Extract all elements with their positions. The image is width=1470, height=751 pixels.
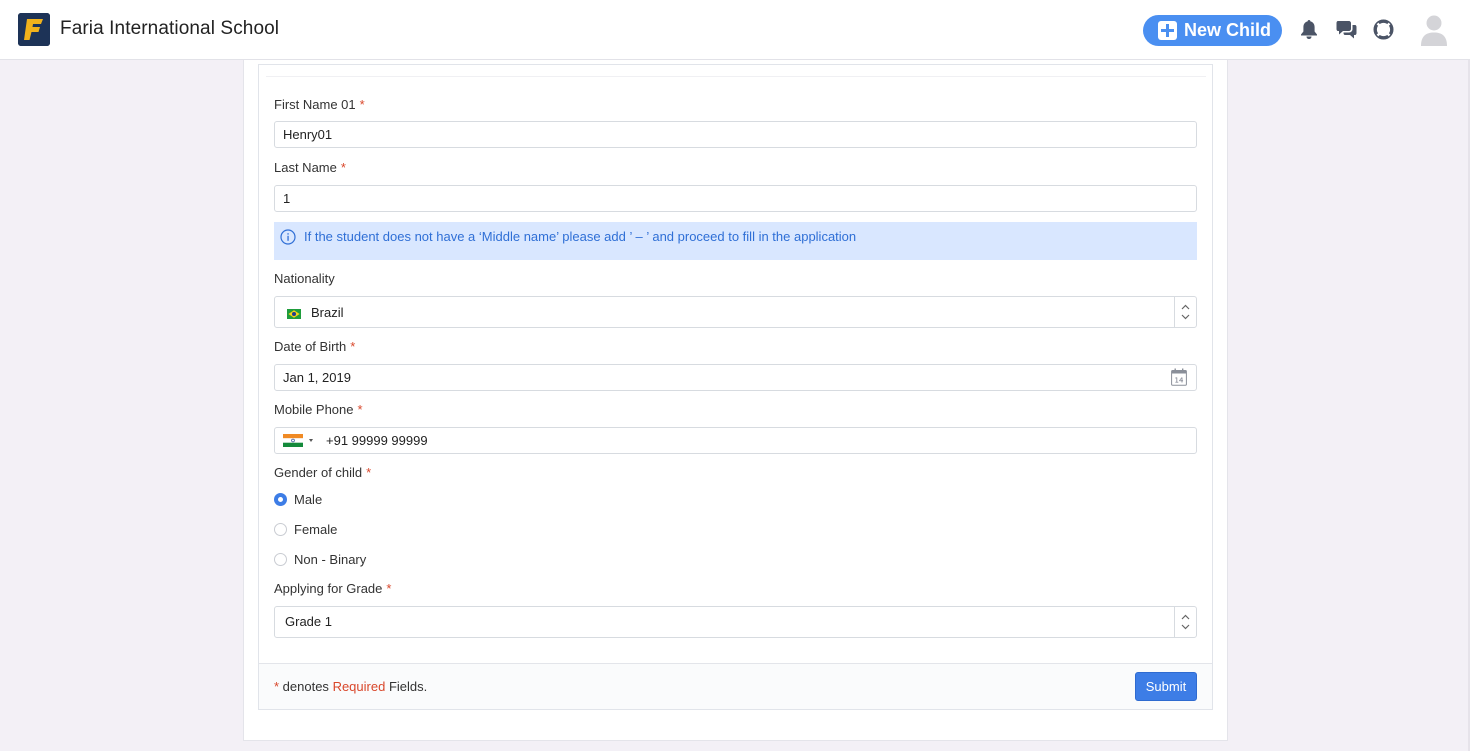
nationality-value: Brazil (311, 305, 344, 320)
date-of-birth-input[interactable] (274, 364, 1197, 391)
grade-select[interactable]: Grade 1 (274, 606, 1197, 638)
help-lifebuoy-icon[interactable] (1373, 19, 1394, 45)
first-name-label: First Name 01 * (274, 97, 365, 112)
gender-option-label: Female (294, 522, 338, 537)
chat-icon[interactable] (1336, 20, 1357, 44)
new-child-button[interactable]: New Child (1143, 15, 1282, 46)
gender-label: Gender of child * (274, 465, 372, 480)
gender-option-label: Male (294, 492, 323, 507)
brazil-flag-icon (287, 307, 301, 319)
submit-button[interactable]: Submit (1135, 672, 1197, 701)
first-name-input[interactable] (274, 121, 1197, 148)
school-name[interactable]: Faria International School (60, 18, 279, 40)
mobile-phone-label: Mobile Phone * (274, 402, 363, 417)
required-fields-note: * denotes Required Fields. (274, 679, 428, 694)
select-spinner-icon[interactable] (1174, 297, 1196, 327)
mobile-phone-field[interactable]: +91 99999 99999 (274, 427, 1197, 454)
select-spinner-icon[interactable] (1174, 607, 1196, 637)
country-code-dropdown[interactable] (283, 434, 317, 451)
radio-unchecked-icon[interactable] (274, 523, 287, 536)
plus-icon (1158, 21, 1177, 40)
middle-name-info-alert: If the student does not have a ‘Middle n… (274, 222, 1197, 260)
grade-value: Grade 1 (285, 614, 332, 629)
radio-unchecked-icon[interactable] (274, 553, 287, 566)
grade-label: Applying for Grade * (274, 581, 392, 596)
nationality-label: Nationality (274, 271, 335, 286)
radio-checked-icon[interactable] (274, 493, 287, 506)
calendar-icon[interactable]: 14 (1171, 368, 1187, 391)
bell-icon[interactable] (1300, 19, 1318, 45)
school-logo-icon[interactable] (18, 13, 50, 46)
divider (266, 76, 1206, 77)
gender-option-label: Non - Binary (294, 552, 367, 567)
nationality-select[interactable]: Brazil (274, 296, 1197, 328)
last-name-input[interactable] (274, 185, 1197, 212)
info-text: If the student does not have a ‘Middle n… (304, 229, 857, 244)
top-navigation-bar: Faria International School New Child (0, 0, 1470, 60)
date-of-birth-label: Date of Birth * (274, 339, 356, 354)
last-name-label: Last Name * (274, 160, 346, 175)
user-avatar-icon[interactable] (1420, 14, 1448, 46)
calendar-icon-day: 14 (1175, 377, 1184, 385)
mobile-phone-value[interactable]: +91 99999 99999 (326, 433, 428, 448)
new-child-label: New Child (1184, 20, 1272, 40)
info-icon (279, 228, 297, 249)
